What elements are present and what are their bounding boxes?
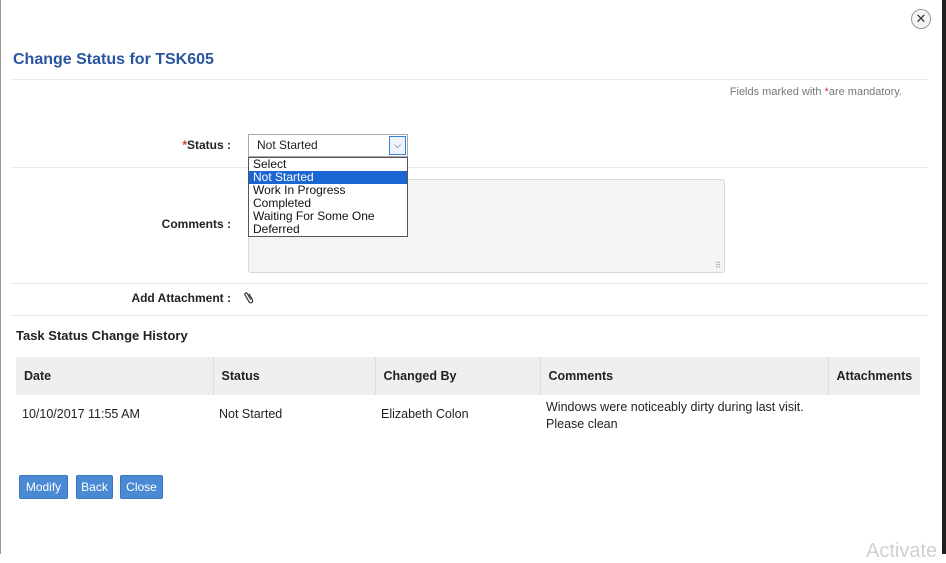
cell-attachments <box>828 395 920 437</box>
activation-watermark: Activate <box>866 540 938 562</box>
table-header-row: Date Status Changed By Comments Attachme… <box>16 357 920 395</box>
history-title: Task Status Change History <box>16 328 188 343</box>
cell-date: 10/10/2017 11:55 AM <box>22 407 140 421</box>
cell-comments: Windows were noticeably dirty during las… <box>540 395 828 437</box>
mandatory-note-prefix: Fields marked with <box>729 86 825 98</box>
column-header-comments[interactable]: Comments <box>540 357 829 395</box>
window-edge <box>0 0 1 554</box>
modify-button[interactable]: Modify <box>19 475 68 499</box>
comments-label: Comments : <box>161 217 231 231</box>
cell-status: Not Started <box>219 407 283 421</box>
divider <box>10 79 928 80</box>
cell-changed-by: Elizabeth Colon <box>381 407 469 421</box>
status-option[interactable]: Deferred <box>249 223 407 236</box>
table-row: 10/10/2017 11:55 AM Not Started Elizabet… <box>16 395 920 437</box>
back-button[interactable]: Back <box>76 475 113 499</box>
status-label: *Status : <box>182 138 231 152</box>
column-header-changed-by[interactable]: Changed By <box>375 357 541 395</box>
column-header-status[interactable]: Status <box>213 357 376 395</box>
close-icon[interactable]: ✕ <box>911 9 931 29</box>
status-label-text: Status : <box>186 138 231 152</box>
close-button[interactable]: Close <box>120 475 163 499</box>
status-dropdown-list[interactable]: Select Not Started Work In Progress Comp… <box>248 157 408 237</box>
divider <box>10 283 928 284</box>
divider <box>10 167 928 168</box>
resize-grip-icon[interactable]: ⠿ <box>715 262 721 270</box>
divider <box>10 315 928 316</box>
scrollbar[interactable] <box>942 0 946 554</box>
comment-line: Windows were noticeably dirty during las… <box>546 400 804 414</box>
comment-line: Please clean <box>546 417 618 431</box>
column-header-date[interactable]: Date <box>16 357 214 395</box>
history-table: Date Status Changed By Comments Attachme… <box>16 357 920 437</box>
mandatory-note-suffix: are mandatory. <box>828 86 902 98</box>
column-header-attachments[interactable]: Attachments <box>828 357 920 395</box>
add-attachment-label: Add Attachment : <box>131 291 231 305</box>
status-select-value: Not Started <box>257 138 318 152</box>
status-select[interactable]: Not Started ⌵ <box>248 134 408 157</box>
chevron-down-icon[interactable]: ⌵ <box>389 136 406 155</box>
dialog-title: Change Status for TSK605 <box>13 51 214 68</box>
paperclip-icon[interactable] <box>242 289 258 309</box>
mandatory-note: Fields marked with *are mandatory. <box>730 86 902 98</box>
